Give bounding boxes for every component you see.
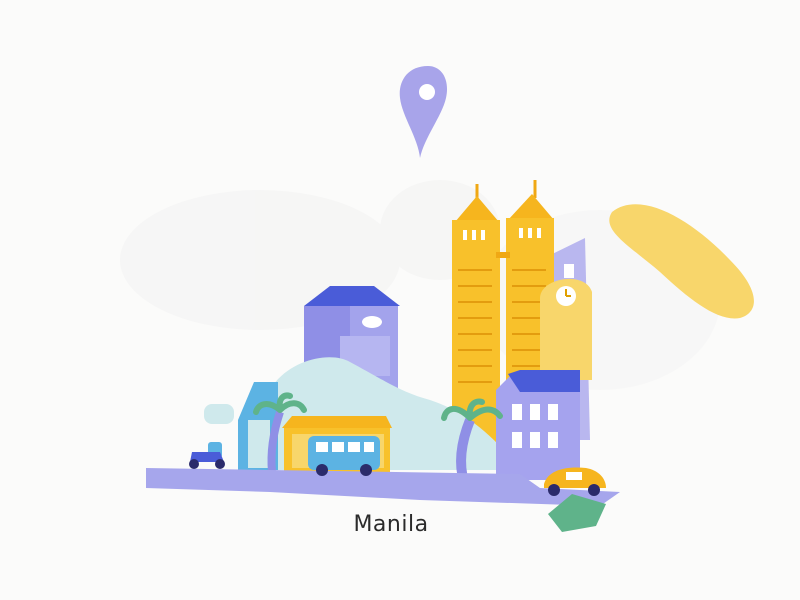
manila-illustration	[120, 66, 754, 532]
back-building-window	[564, 264, 574, 278]
scooter	[189, 404, 234, 469]
right-blue-building	[496, 370, 580, 480]
clock-tower	[540, 278, 592, 380]
location-pin-icon	[399, 66, 448, 158]
city-name-label: Manila	[353, 512, 429, 537]
blue-bus	[308, 436, 380, 476]
